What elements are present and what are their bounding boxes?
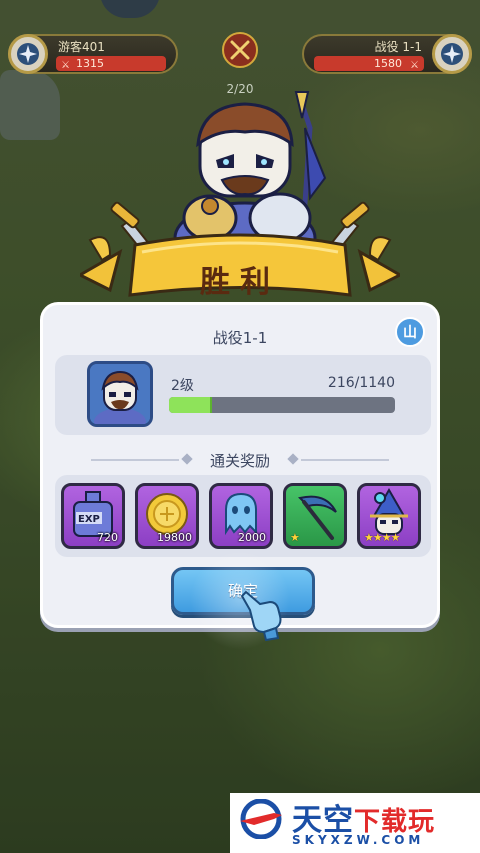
hero-face-icon (90, 364, 150, 424)
reward-count: 2000 (238, 531, 266, 544)
player-power-value: 1315 (76, 57, 104, 70)
divider-right (301, 459, 389, 461)
svg-text:EXP: EXP (78, 514, 100, 525)
reward-item[interactable]: ★★★★ (357, 483, 421, 549)
enemy-emblem-icon (432, 34, 472, 74)
watermark-subtitle: SKYXZW.COM (292, 833, 425, 847)
player-emblem-icon (8, 34, 48, 74)
hero-portrait (87, 361, 153, 427)
reward-count: 720 (97, 531, 118, 544)
crossed-swords-icon: ⚔ (61, 60, 70, 71)
reward-item[interactable]: 2000 (209, 483, 273, 549)
rewards-row: EXP 720 19800 2000 ★ ★★★★ (55, 475, 431, 557)
reward-stars: ★★★★ (364, 531, 400, 544)
player-plate: 游客401 ⚔ 1315 (8, 34, 178, 74)
airplane-logo-icon (240, 799, 282, 839)
pointing-hand-icon (240, 590, 282, 642)
battle-top-bar: 游客401 ⚔ 1315 战役 1-1 1580 ⚔ (0, 28, 480, 78)
enemy-name: 战役 1-1 (374, 40, 422, 54)
hero-exp-card: 2级 216/1140 (55, 355, 431, 435)
hero-exp-value: 216/1140 (327, 375, 395, 391)
reward-item[interactable]: ★ (283, 483, 347, 549)
site-watermark: 天空下载玩 SKYXZW.COM (230, 793, 480, 853)
exp-progress-fill (169, 397, 212, 413)
exp-progress-bar (169, 397, 395, 413)
enemy-power-value: 1580 (374, 57, 402, 70)
stage-title: 战役1-1 (212, 329, 268, 347)
mountain-icon-button[interactable]: 山 (395, 317, 425, 347)
hero-level: 2级 (171, 378, 194, 394)
player-name: 游客401 (58, 40, 105, 54)
crossed-swords-icon: ⚔ (410, 60, 419, 71)
reward-item[interactable]: EXP 720 (61, 483, 125, 549)
enemy-plate: 战役 1-1 1580 ⚔ (302, 34, 472, 74)
reward-item[interactable]: 19800 (135, 483, 199, 549)
player-power-bar: ⚔ 1315 (56, 56, 166, 71)
victory-title: 胜利 (200, 265, 280, 300)
enemy-power-bar: 1580 ⚔ (314, 56, 424, 71)
versus-swords-icon (222, 32, 258, 68)
reward-count: 19800 (157, 531, 192, 544)
reward-stars: ★ (290, 531, 300, 544)
